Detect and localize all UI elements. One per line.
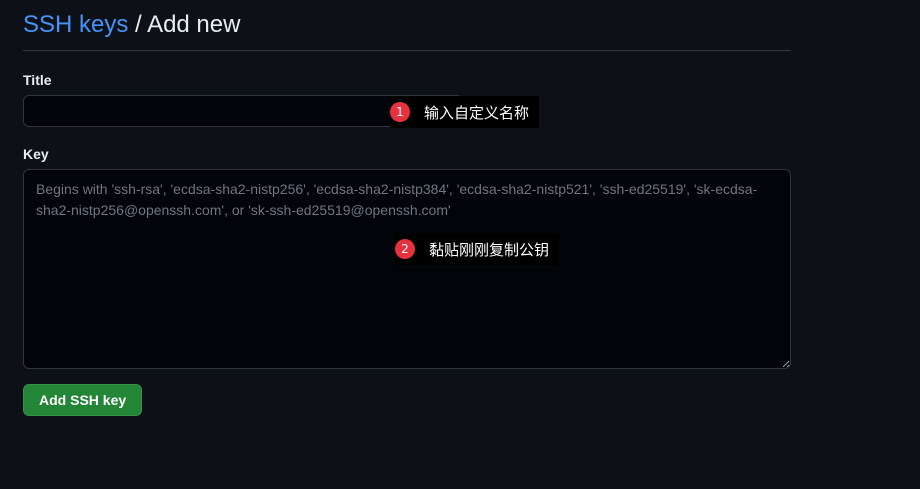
breadcrumb-ssh-keys-link[interactable]: SSH keys [23, 11, 128, 38]
page-title: SSH keys / Add new [23, 10, 240, 40]
key-label: Key [23, 146, 49, 162]
annotation-number-badge: 2 [395, 239, 415, 259]
annotation-text: 黏贴刚刚复制公钥 [429, 240, 550, 259]
add-ssh-key-button[interactable]: Add SSH key [23, 384, 143, 416]
page-header: SSH keys / Add new [23, 0, 791, 51]
breadcrumb-current: Add new [147, 11, 241, 38]
add-ssh-key-page: SSH keys / Add new Title Key Add SSH key [23, 0, 791, 416]
annotation-text: 输入自定义名称 [424, 103, 530, 122]
title-label: Title [23, 72, 52, 88]
breadcrumb-separator: / [128, 11, 148, 38]
annotation-number-badge: 1 [390, 102, 410, 122]
key-textarea[interactable] [23, 169, 791, 369]
annotation-callout-title: 1 输入自定义名称 [390, 96, 540, 128]
annotation-callout-key: 2 黏贴刚刚复制公钥 [395, 233, 560, 265]
